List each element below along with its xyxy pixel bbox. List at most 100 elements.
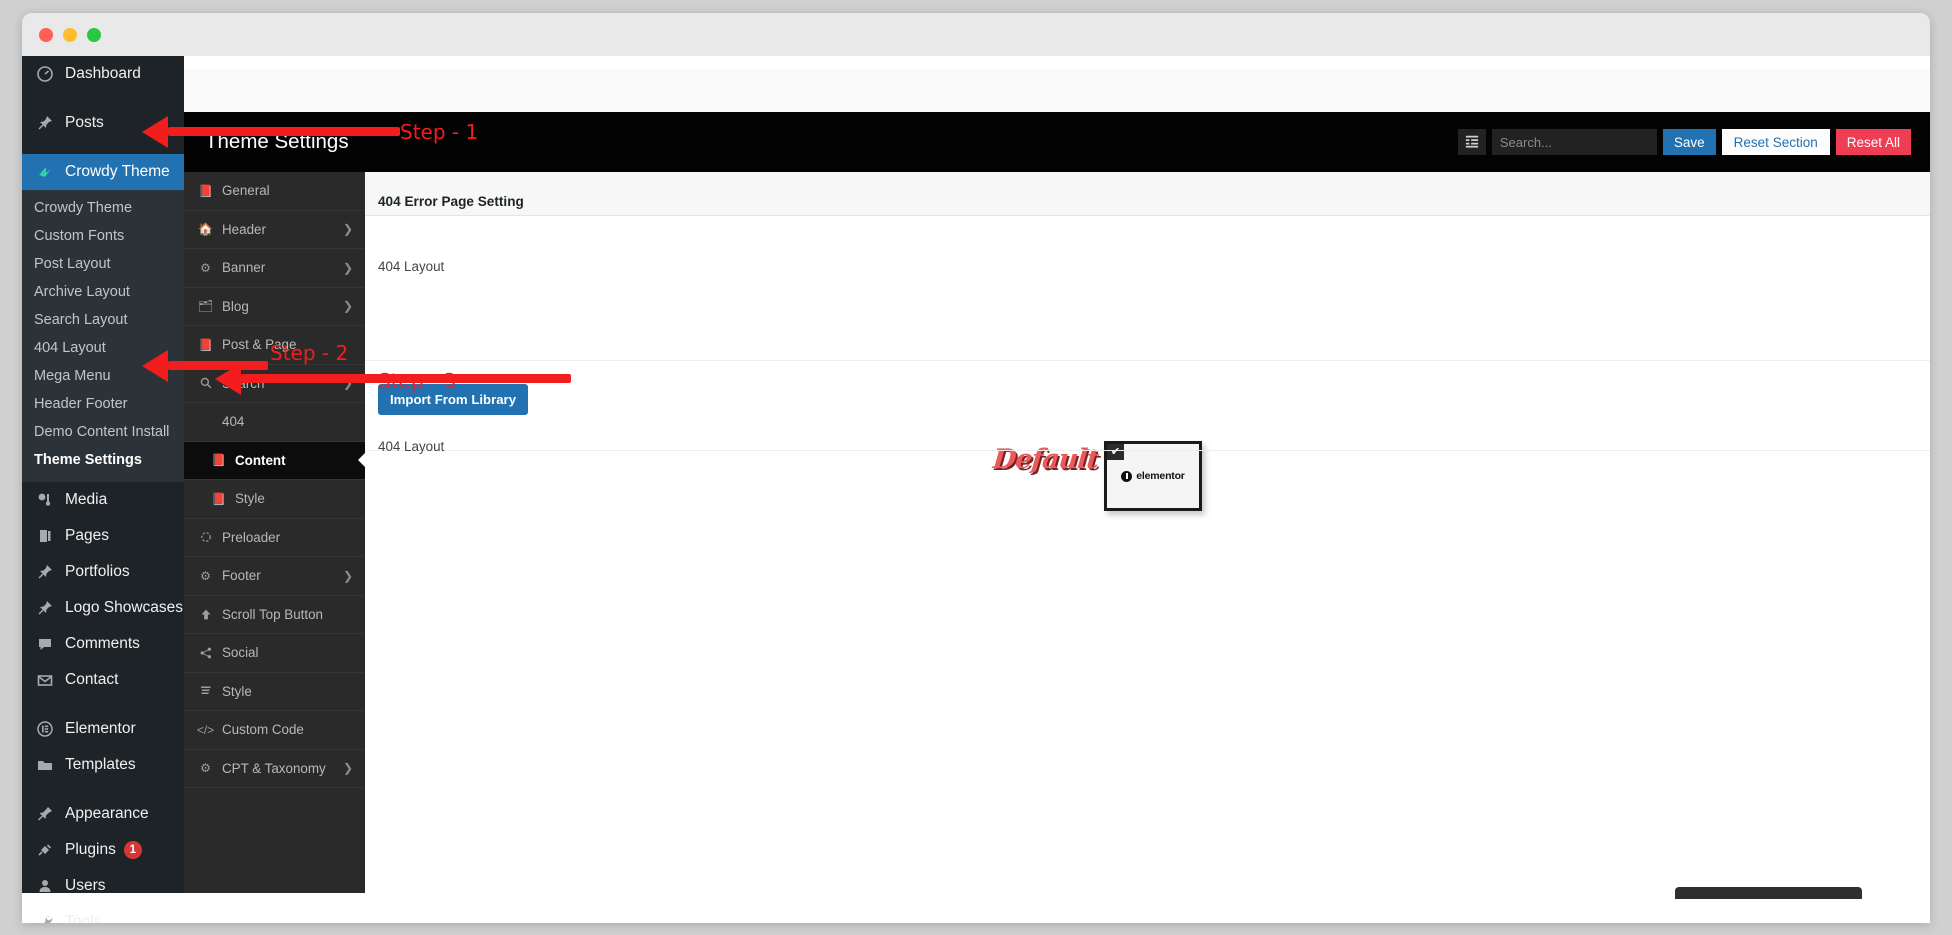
submenu-item-custom-fonts[interactable]: Custom Fonts	[22, 222, 184, 250]
nav-item-search[interactable]: Search ❯	[184, 365, 365, 403]
sidebar-divider	[22, 141, 184, 154]
browser-window: Dashboard Posts Crowdy Theme Crowdy Them…	[22, 13, 1930, 923]
wp-admin-sidebar: Dashboard Posts Crowdy Theme Crowdy Them…	[22, 56, 184, 923]
nav-item-post-and-page[interactable]: 📕 Post & Page	[184, 326, 365, 365]
pin-icon	[34, 113, 56, 133]
layout-field-label: 404 Layout	[378, 259, 445, 274]
sidebar-item-appearance[interactable]: Appearance	[22, 796, 184, 832]
sidebar-item-portfolios[interactable]: Portfolios	[22, 554, 184, 590]
nav-item-content[interactable]: 📕 Content	[184, 441, 365, 480]
sidebar-item-label: Posts	[65, 114, 104, 131]
pages-icon	[34, 526, 56, 546]
window-minimize-button[interactable]	[63, 28, 77, 42]
redux-header-bar: Theme Settings Search... Save Reset Sect…	[184, 112, 1930, 172]
search-input[interactable]	[1491, 129, 1657, 155]
home-icon: 🏠	[198, 222, 213, 237]
reset-all-button[interactable]: Reset All	[1835, 129, 1911, 155]
elementor-logo: elementor	[1107, 470, 1199, 482]
crowdy-icon	[34, 162, 56, 182]
window-close-button[interactable]	[39, 28, 53, 42]
share-icon	[197, 647, 214, 659]
window-maximize-button[interactable]	[87, 28, 101, 42]
nav-item-custom-code[interactable]: </> Custom Code	[184, 711, 365, 750]
sidebar-item-templates[interactable]: Templates	[22, 747, 184, 783]
nav-item-preloader[interactable]: Preloader	[184, 519, 365, 557]
sidebar-item-crowdy-theme[interactable]: Crowdy Theme	[22, 154, 184, 190]
submenu-item-404-layout[interactable]: 404 Layout	[22, 334, 184, 362]
submenu-item-mega-menu[interactable]: Mega Menu	[22, 362, 184, 390]
sidebar-item-label: Tools	[65, 913, 102, 923]
nav-item-label: Footer	[222, 568, 261, 584]
sidebar-item-logo-showcases[interactable]: Logo Showcases	[22, 590, 184, 626]
spinner-icon	[197, 531, 214, 543]
sidebar-item-media[interactable]: Media	[22, 482, 184, 518]
bottom-docked-bar[interactable]	[1675, 887, 1862, 899]
nav-item-header[interactable]: 🏠 Header ❯	[184, 211, 365, 249]
dashboard-icon	[34, 64, 56, 84]
nav-item-404[interactable]: 404	[184, 403, 365, 442]
sidebar-item-users[interactable]: Users	[22, 868, 184, 904]
nav-item-blog[interactable]: 🗂 Blog ❯	[184, 288, 365, 326]
import-from-library-button[interactable]: Import From Library	[378, 384, 529, 415]
header-actions: Save Reset Section Reset All	[1457, 129, 1911, 155]
gear-icon: ⚙	[200, 761, 211, 776]
elementor-logo-text: elementor	[1136, 470, 1185, 482]
nav-item-label: Banner	[222, 260, 266, 276]
nav-item-label: Style	[222, 683, 252, 699]
import-field-block: Import From Library 404 Layout	[365, 361, 1930, 454]
nav-item-scroll-top-button[interactable]: Scroll Top Button	[184, 596, 365, 634]
chevron-right-icon: ❯	[342, 299, 353, 314]
chevron-right-icon: ❯	[342, 260, 353, 275]
sidebar-item-comments[interactable]: Comments	[22, 626, 184, 662]
nav-item-style-404[interactable]: 📕 Style	[184, 480, 365, 519]
nav-item-label: Post & Page	[222, 337, 297, 353]
wrench-icon	[34, 912, 56, 923]
sidebar-item-tools[interactable]: Tools	[22, 904, 184, 923]
sidebar-item-pages[interactable]: Pages	[22, 518, 184, 554]
sidebar-item-label: Contact	[65, 671, 119, 688]
submenu-item-theme-settings[interactable]: Theme Settings	[22, 446, 184, 474]
nav-item-label: Scroll Top Button	[222, 606, 323, 622]
sidebar-item-dashboard[interactable]: Dashboard	[22, 56, 184, 92]
collapse-panel-icon	[1465, 134, 1479, 151]
import-field-caption: 404 Layout	[378, 439, 445, 454]
nav-item-social[interactable]: Social	[184, 634, 365, 673]
book-icon: 📕	[198, 183, 213, 198]
nav-item-banner[interactable]: ⚙ Banner ❯	[184, 249, 365, 288]
nav-item-general[interactable]: 📕 General	[184, 172, 365, 211]
submenu-item-archive-layout[interactable]: Archive Layout	[22, 278, 184, 306]
pin-icon	[34, 598, 56, 618]
sidebar-item-label: Plugins	[65, 841, 116, 858]
nav-item-cpt-taxonomy[interactable]: ⚙ CPT & Taxonomy ❯	[184, 750, 365, 788]
save-button[interactable]: Save	[1662, 129, 1716, 155]
submenu-item-post-layout[interactable]: Post Layout	[22, 250, 184, 278]
folder-icon	[34, 755, 56, 775]
sidebar-divider	[22, 698, 184, 711]
nav-item-style[interactable]: Style	[184, 673, 365, 711]
brush-icon	[34, 804, 56, 824]
user-icon	[34, 876, 56, 896]
page-viewport: Dashboard Posts Crowdy Theme Crowdy Them…	[22, 56, 1930, 923]
plug-icon	[34, 840, 56, 860]
sidebar-item-posts[interactable]: Posts	[22, 105, 184, 141]
submenu-item-search-layout[interactable]: Search Layout	[22, 306, 184, 334]
code-icon: </>	[196, 722, 215, 737]
chevron-right-icon: ❯	[342, 568, 353, 583]
sidebar-item-label: Pages	[65, 527, 109, 544]
collapse-panel-icon-button[interactable]	[1457, 129, 1486, 155]
sidebar-item-label: Portfolios	[65, 563, 130, 580]
layout-option-card-elementor[interactable]: ✔ elementor	[1104, 441, 1202, 511]
sidebar-item-label: Dashboard	[65, 65, 141, 82]
sidebar-item-plugins[interactable]: Plugins 1	[22, 832, 184, 868]
nav-item-footer[interactable]: ⚙ Footer ❯	[184, 557, 365, 596]
nav-item-label: General	[222, 183, 270, 199]
submenu-item-crowdy-theme[interactable]: Crowdy Theme	[22, 194, 184, 222]
submenu-item-demo-content-install[interactable]: Demo Content Install	[22, 418, 184, 446]
book-icon: 📕	[211, 491, 226, 506]
reset-section-button[interactable]: Reset Section	[1721, 129, 1830, 155]
sidebar-item-label: Crowdy Theme	[65, 163, 170, 180]
sidebar-item-contact[interactable]: Contact	[22, 662, 184, 698]
sidebar-item-elementor[interactable]: Elementor	[22, 711, 184, 747]
submenu-item-header-footer[interactable]: Header Footer	[22, 390, 184, 418]
nav-item-label: 404	[222, 414, 245, 430]
